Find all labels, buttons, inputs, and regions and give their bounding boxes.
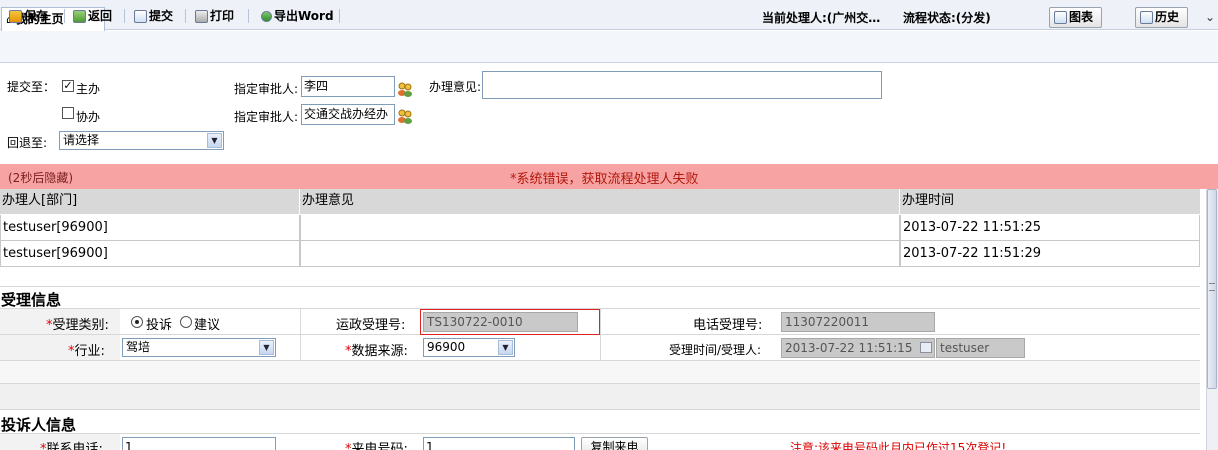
type-complaint-radio[interactable] bbox=[131, 316, 143, 328]
back-button[interactable]: 返回 bbox=[73, 7, 112, 25]
history-table: 办理人[部门] 办理意见 办理时间 testuser[96900] 2013-0… bbox=[0, 189, 1200, 269]
save-icon bbox=[9, 9, 22, 23]
flow-status: 流程状态:(分发) bbox=[903, 11, 991, 25]
tab-bar bbox=[0, 0, 1218, 30]
printer-icon bbox=[195, 9, 208, 23]
divider bbox=[300, 308, 301, 360]
transport-no-input[interactable]: TS130722-0010 bbox=[423, 312, 578, 332]
industry-select[interactable]: 驾培 ▼ bbox=[122, 338, 276, 357]
chevron-double-down-icon[interactable]: ⌄ bbox=[1203, 8, 1217, 26]
approver-input[interactable]: 李四 bbox=[301, 76, 395, 97]
table-cell bbox=[300, 215, 900, 240]
table-cell: testuser[96900] bbox=[0, 241, 300, 266]
error-message: *系统错误，获取流程处理人失败 bbox=[510, 172, 699, 187]
table-cell bbox=[300, 241, 900, 266]
spacer-row bbox=[0, 361, 1200, 383]
table-row: testuser[96900] 2013-07-22 11:51:29 bbox=[0, 241, 1200, 267]
select-users-icon[interactable] bbox=[397, 108, 413, 124]
divider bbox=[0, 433, 1200, 434]
chevron-down-icon: ▼ bbox=[207, 133, 222, 148]
caller-no-label: *来电号码: bbox=[345, 442, 408, 450]
type-complaint-label: 投诉 bbox=[146, 318, 173, 333]
calendar-icon[interactable] bbox=[920, 342, 932, 353]
toolbar-divider bbox=[124, 9, 125, 23]
history-button[interactable]: 历史 bbox=[1135, 7, 1188, 28]
current-handler: 当前处理人:(广州交… bbox=[762, 11, 881, 25]
submit-to-label: 提交至： bbox=[7, 80, 56, 94]
contact-phone-input[interactable]: 1 bbox=[122, 437, 276, 450]
save-button[interactable]: 保存 bbox=[9, 7, 48, 25]
submit-button[interactable]: 提交 bbox=[134, 7, 173, 25]
opinion-label: 办理意见: bbox=[429, 80, 482, 94]
chevron-down-icon: ▼ bbox=[259, 340, 274, 355]
toolbar bbox=[0, 31, 1218, 63]
table-row: testuser[96900] 2013-07-22 11:51:25 bbox=[0, 215, 1200, 241]
divider bbox=[0, 286, 1200, 287]
time-label: 受理时间/受理人: bbox=[669, 343, 762, 357]
toolbar-divider bbox=[248, 9, 249, 23]
export-word-button[interactable]: 导出Word bbox=[261, 7, 334, 25]
spacer-row bbox=[0, 384, 1200, 409]
section-title: 受理信息 bbox=[1, 291, 62, 309]
chevron-down-icon: ▼ bbox=[498, 340, 513, 355]
return-to-select[interactable]: 请选择 ▼ bbox=[59, 131, 224, 150]
source-select[interactable]: 96900 ▼ bbox=[423, 338, 515, 357]
phone-no-input[interactable]: 11307220011 bbox=[781, 312, 935, 332]
divider bbox=[0, 409, 1200, 410]
source-label: *数据来源: bbox=[345, 344, 408, 359]
toolbar-divider bbox=[185, 9, 186, 23]
history-icon bbox=[1140, 11, 1153, 24]
main-checkbox[interactable]: ✓ bbox=[62, 80, 74, 92]
type-suggestion-label: 建议 bbox=[194, 318, 221, 333]
contact-phone-label: *联系电话: bbox=[40, 442, 103, 450]
assist-checkbox[interactable] bbox=[62, 107, 74, 119]
print-button[interactable]: 打印 bbox=[195, 7, 234, 25]
return-to-label: 回退至: bbox=[7, 136, 48, 150]
export-icon bbox=[261, 10, 272, 22]
error-bar: (2秒后隐藏) *系统错误，获取流程处理人失败 bbox=[0, 164, 1218, 189]
table-cell: 2013-07-22 11:51:25 bbox=[900, 215, 1200, 240]
table-cell: testuser[96900] bbox=[0, 215, 300, 240]
chart-icon bbox=[1054, 11, 1067, 24]
caller-no-input[interactable]: 1 bbox=[423, 437, 575, 450]
toolbar-divider bbox=[64, 9, 65, 23]
scrollbar-grip bbox=[1209, 283, 1215, 291]
toolbar-divider bbox=[339, 9, 340, 23]
type-label: *受理类别: bbox=[46, 318, 109, 333]
approver-label: 指定审批人: bbox=[234, 82, 299, 96]
type-suggestion-radio[interactable] bbox=[180, 316, 192, 328]
table-header: 办理人[部门] bbox=[0, 189, 300, 214]
opinion-textarea[interactable] bbox=[482, 71, 882, 99]
table-cell: 2013-07-22 11:51:29 bbox=[900, 241, 1200, 266]
table-header: 办理时间 bbox=[900, 189, 1200, 214]
accept-time-input[interactable]: 2013-07-22 11:51:15 bbox=[781, 338, 935, 358]
submit-icon bbox=[134, 9, 147, 23]
main-label: 主办 bbox=[76, 82, 101, 96]
section-title: 投诉人信息 bbox=[1, 416, 77, 434]
copy-caller-button[interactable]: 复制来电 bbox=[581, 437, 648, 450]
divider bbox=[600, 308, 601, 360]
industry-label: *行业: bbox=[68, 344, 105, 359]
select-users-icon[interactable] bbox=[397, 81, 413, 97]
approver-label: 指定审批人: bbox=[234, 110, 299, 124]
transport-no-label: 运政受理号: bbox=[336, 318, 406, 333]
caller-warning: 注意:该来电号码此月内已作过15次登记! bbox=[790, 441, 1007, 450]
phone-no-label: 电话受理号: bbox=[693, 318, 763, 333]
chart-button[interactable]: 图表 bbox=[1049, 7, 1102, 28]
back-icon bbox=[73, 9, 86, 23]
hide-hint: (2秒后隐藏) bbox=[8, 171, 73, 185]
acceptor-input[interactable]: testuser bbox=[936, 338, 1025, 358]
table-header: 办理意见 bbox=[300, 189, 900, 214]
approver-input[interactable]: 交通交战办经办 bbox=[301, 104, 395, 125]
assist-label: 协办 bbox=[76, 110, 101, 124]
